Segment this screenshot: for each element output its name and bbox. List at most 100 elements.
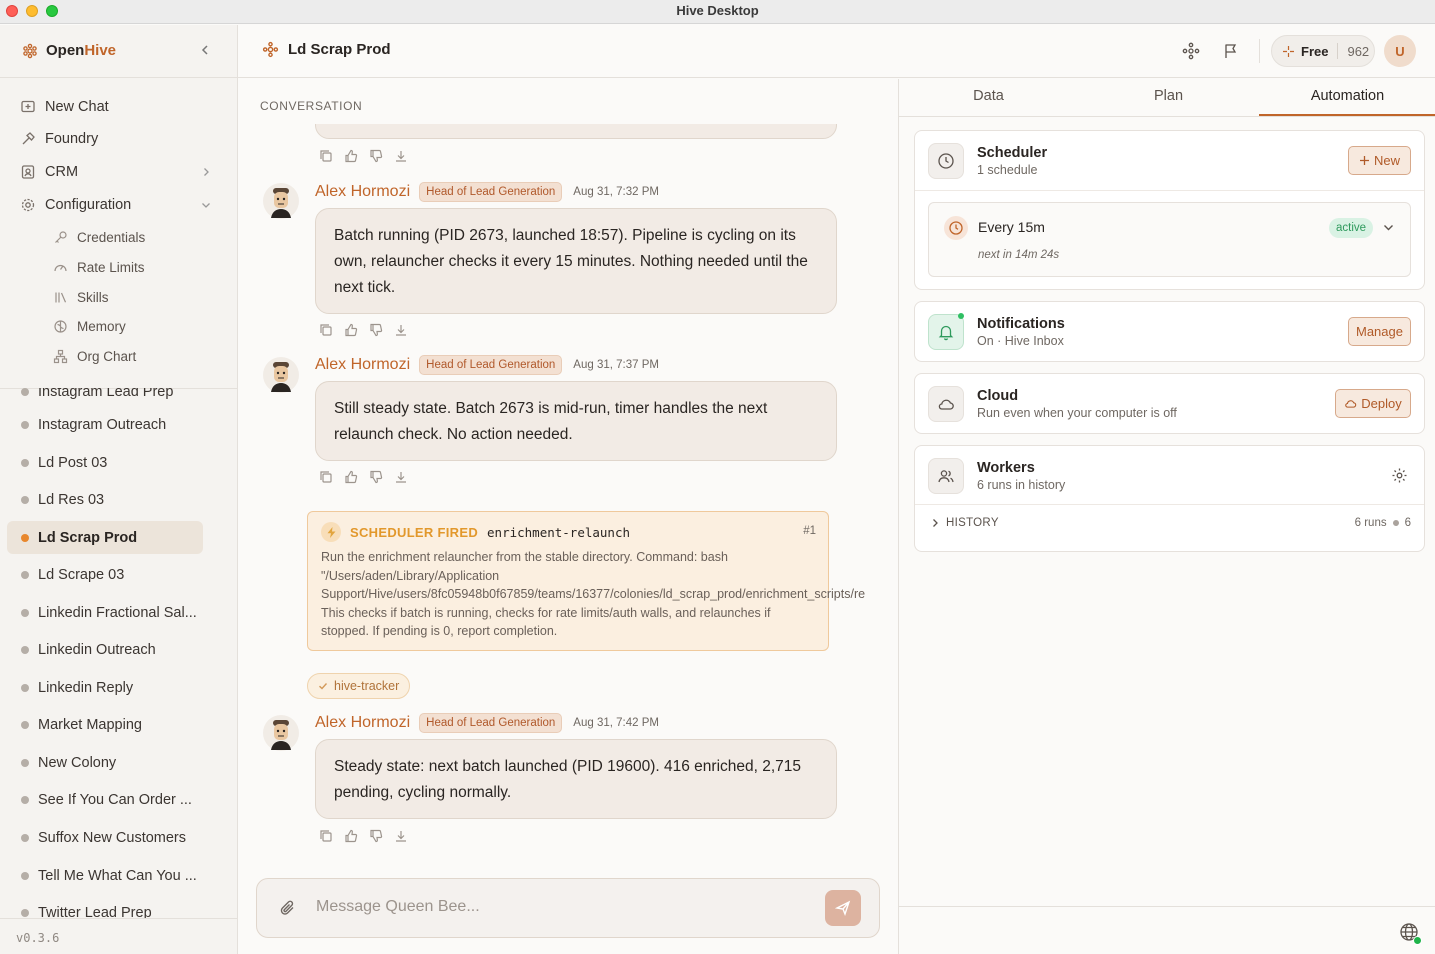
- collapse-sidebar-button[interactable]: [198, 43, 212, 57]
- new-chat-icon: [20, 99, 36, 115]
- config-item-memory[interactable]: Memory: [53, 319, 126, 334]
- chevron-down-icon[interactable]: [1382, 221, 1395, 234]
- hive-network-icon[interactable]: [1182, 42, 1200, 60]
- download-icon[interactable]: [394, 470, 408, 484]
- new-schedule-button[interactable]: New: [1348, 146, 1411, 175]
- plan-name: Free: [1301, 43, 1329, 59]
- thumbs-down-icon[interactable]: [369, 829, 383, 843]
- user-avatar[interactable]: U: [1384, 35, 1416, 67]
- thumbs-down-icon[interactable]: [369, 149, 383, 163]
- history-toggle[interactable]: HISTORY: [930, 517, 999, 529]
- sender-name[interactable]: Alex Hormozi: [315, 356, 410, 374]
- colony-item[interactable]: See If You Can Order ...: [7, 783, 203, 816]
- sidebar-item-crm[interactable]: CRM: [20, 164, 78, 180]
- copy-icon[interactable]: [319, 323, 333, 337]
- config-item-org-chart[interactable]: Org Chart: [53, 349, 136, 364]
- sender-name[interactable]: Alex Hormozi: [315, 183, 410, 201]
- colony-item[interactable]: Ld Res 03: [7, 483, 203, 516]
- colony-item[interactable]: Tell Me What Can You ...: [7, 859, 203, 892]
- sidebar-item-foundry[interactable]: Foundry: [20, 131, 98, 147]
- role-badge: Head of Lead Generation: [419, 182, 563, 202]
- key-icon: [53, 230, 68, 245]
- schedule-item[interactable]: Every 15m active next in 14m 24s: [928, 202, 1411, 277]
- notification-active-dot: [958, 313, 964, 319]
- manage-notifications-button[interactable]: Manage: [1348, 317, 1411, 346]
- config-item-label: Memory: [77, 319, 126, 334]
- colony-item[interactable]: Suffox New Customers: [7, 821, 203, 854]
- chevron-down-icon[interactable]: [200, 199, 212, 211]
- hive-tracker-tag[interactable]: hive-tracker: [307, 673, 411, 699]
- thumbs-down-icon[interactable]: [369, 470, 383, 484]
- copy-icon[interactable]: [319, 470, 333, 484]
- tab-data[interactable]: Data: [899, 88, 1078, 104]
- config-item-label: Skills: [77, 290, 109, 305]
- cloud-icon: [1344, 397, 1357, 410]
- colony-label: Instagram Lead Prep: [38, 388, 174, 400]
- status-dot: [21, 759, 29, 767]
- colony-item[interactable]: Linkedin Fractional Sal...: [7, 596, 203, 629]
- app-version: v0.3.6: [16, 931, 60, 945]
- message-composer[interactable]: Message Queen Bee...: [256, 878, 880, 938]
- copy-icon[interactable]: [319, 829, 333, 843]
- download-icon[interactable]: [394, 323, 408, 337]
- gear-icon: [20, 197, 36, 213]
- colony-label: Linkedin Fractional Sal...: [38, 604, 197, 621]
- paperclip-icon[interactable]: [279, 899, 297, 917]
- sidebar-item-new-chat[interactable]: New Chat: [20, 99, 109, 115]
- status-dot: [21, 421, 29, 429]
- history-runs-count: 6: [1404, 517, 1411, 529]
- lightning-icon: [321, 522, 341, 542]
- colony-label: Ld Scrap Prod: [38, 529, 138, 546]
- colony-label: Twitter Lead Prep: [38, 904, 152, 919]
- brand-logo[interactable]: OpenHive: [22, 42, 116, 59]
- colony-item[interactable]: Linkedin Outreach: [7, 633, 203, 666]
- colony-label: Ld Post 03: [38, 454, 108, 471]
- tab-automation[interactable]: Automation: [1258, 88, 1435, 104]
- colony-label: Linkedin Outreach: [38, 641, 156, 658]
- message-input-placeholder[interactable]: Message Queen Bee...: [316, 898, 480, 916]
- colony-item[interactable]: Ld Scrape 03: [7, 558, 203, 591]
- config-item-label: Org Chart: [77, 349, 137, 364]
- colony-item[interactable]: Instagram Outreach: [7, 408, 203, 441]
- config-item-skills[interactable]: Skills: [53, 290, 109, 305]
- message-header: Alex Hormozi Head of Lead Generation Aug…: [315, 713, 659, 733]
- message-timestamp: Aug 31, 7:37 PM: [573, 359, 659, 371]
- thumbs-up-icon[interactable]: [344, 323, 358, 337]
- colony-item[interactable]: Linkedin Reply: [7, 671, 203, 704]
- config-item-credentials[interactable]: Credentials: [53, 230, 145, 245]
- download-icon[interactable]: [394, 829, 408, 843]
- thumbs-up-icon[interactable]: [344, 829, 358, 843]
- window-titlebar: Hive Desktop: [0, 0, 1435, 24]
- sparkle-icon: [1282, 45, 1295, 58]
- page-title: Ld Scrap Prod: [262, 41, 391, 58]
- sender-name[interactable]: Alex Hormozi: [315, 714, 410, 732]
- gear-icon[interactable]: [1391, 467, 1408, 484]
- download-icon[interactable]: [394, 149, 408, 163]
- thumbs-up-icon[interactable]: [344, 149, 358, 163]
- deploy-button[interactable]: Deploy: [1335, 389, 1411, 418]
- sidebar-item-configuration[interactable]: Configuration: [20, 197, 131, 213]
- message-actions: [319, 149, 408, 163]
- thumbs-up-icon[interactable]: [344, 470, 358, 484]
- send-button[interactable]: [825, 890, 861, 926]
- colony-item[interactable]: Instagram Lead Prep: [7, 388, 203, 408]
- copy-icon[interactable]: [319, 149, 333, 163]
- colony-item[interactable]: Market Mapping: [7, 708, 203, 741]
- plan-credits-pill[interactable]: Free 962: [1271, 35, 1375, 67]
- message-actions: [319, 323, 408, 337]
- config-item-label: Rate Limits: [77, 260, 145, 275]
- chevron-right-icon[interactable]: [200, 166, 212, 178]
- page-title-text: Ld Scrap Prod: [288, 41, 391, 58]
- window-title: Hive Desktop: [676, 3, 759, 18]
- flag-icon[interactable]: [1222, 42, 1240, 60]
- thumbs-down-icon[interactable]: [369, 323, 383, 337]
- colony-item-active[interactable]: Ld Scrap Prod: [7, 521, 203, 554]
- config-item-rate-limits[interactable]: Rate Limits: [53, 260, 145, 275]
- card-divider: [915, 504, 1424, 505]
- colony-item[interactable]: Twitter Lead Prep: [7, 896, 203, 918]
- colony-item[interactable]: Ld Post 03: [7, 446, 203, 479]
- tab-plan[interactable]: Plan: [1079, 88, 1258, 104]
- colony-label: New Colony: [38, 754, 117, 771]
- notifications-title: Notifications: [977, 316, 1065, 332]
- colony-item[interactable]: New Colony: [7, 746, 203, 779]
